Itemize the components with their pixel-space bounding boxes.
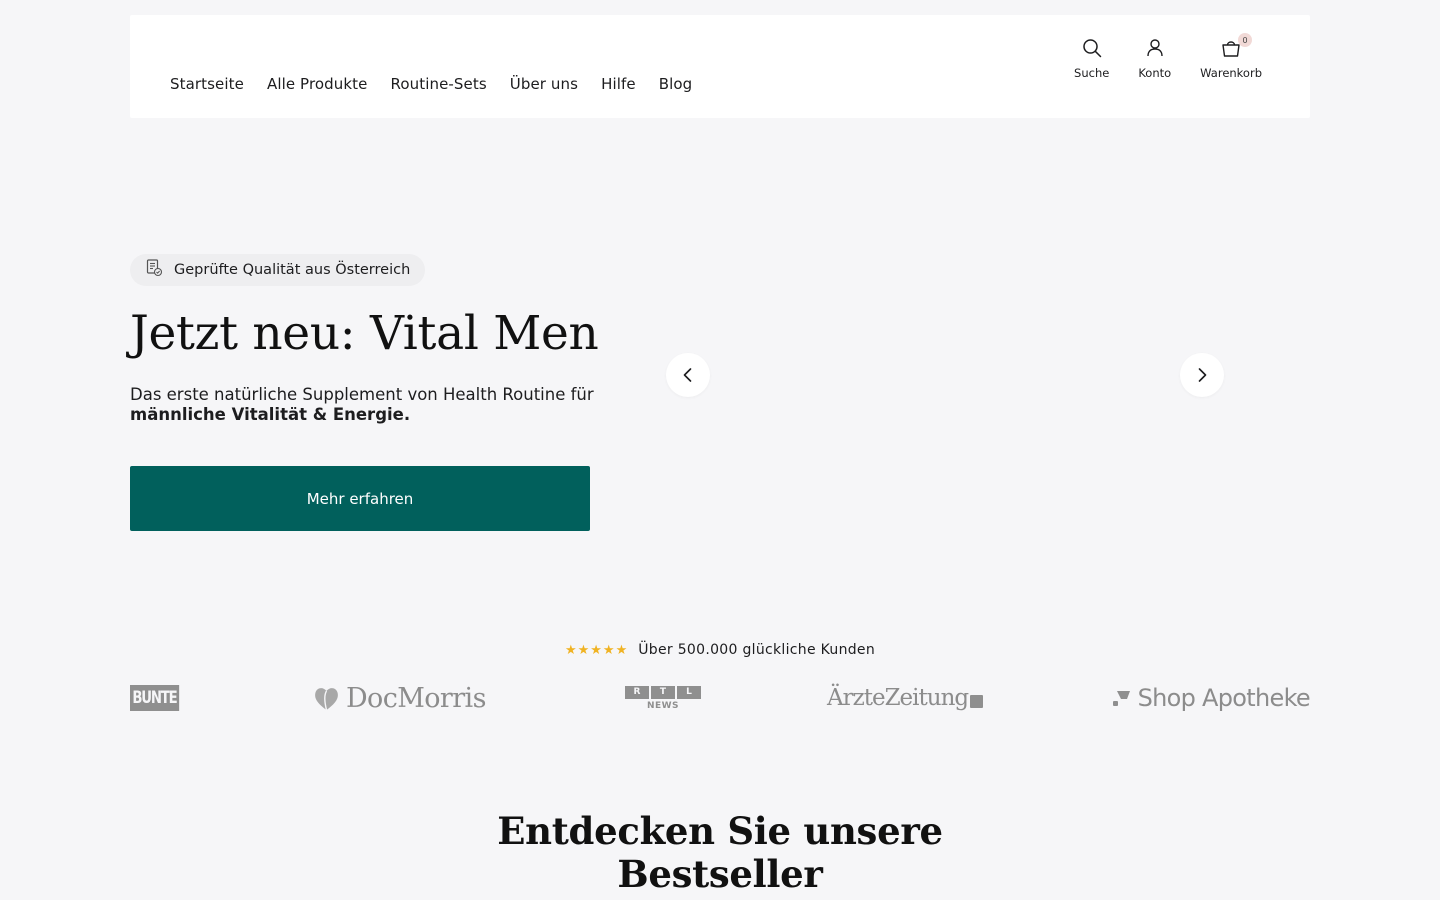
site-header: Startseite Alle Produkte Routine-Sets Üb… (130, 15, 1310, 118)
nav-item-routine-sets[interactable]: Routine-Sets (390, 74, 486, 94)
cart-label: Warenkorb (1200, 66, 1262, 80)
rtl-letter: R (625, 685, 649, 699)
rtl-letters: R T L (625, 685, 701, 699)
hero-subtitle: Das erste natürliche Supplement von Heal… (130, 385, 610, 424)
bestseller-title-line: Bestseller (617, 852, 823, 896)
bunte-logo: BUNTE (130, 682, 193, 714)
chevron-right-icon (1198, 368, 1207, 382)
nav-item-alle-produkte[interactable]: Alle Produkte (267, 74, 368, 94)
cart-count-badge: 0 (1238, 33, 1253, 47)
shop-apotheke-logo-text: Shop Apotheke (1137, 684, 1311, 712)
hero-subtitle-text: Das erste natürliche Supplement von Heal… (130, 385, 594, 404)
aerztezeitung-mark-icon (970, 694, 984, 708)
customer-rating: ★★★★★ Über 500.000 glückliche Kunden (0, 642, 1440, 658)
user-icon (1146, 37, 1164, 59)
rtl-letter: L (677, 685, 701, 699)
hero-subtitle-highlight: männliche Vitalität & Energie. (130, 404, 411, 424)
cart-button[interactable]: 0 Warenkorb (1200, 33, 1262, 80)
learn-more-button[interactable]: Mehr erfahren (130, 466, 590, 531)
account-label: Konto (1138, 66, 1172, 80)
nav-item-hilfe[interactable]: Hilfe (601, 74, 636, 94)
search-label: Suche (1074, 66, 1110, 80)
docmorris-heart-icon (315, 687, 338, 710)
cart-icon: 0 (1221, 33, 1253, 59)
header-tools: Suche Konto 0 Warenkorb (1074, 33, 1262, 80)
docmorris-logo: DocMorris (313, 682, 486, 714)
docmorris-logo-text: DocMorris (346, 682, 486, 714)
shop-apotheke-logo: Shop Apotheke (1112, 682, 1311, 714)
press-logos: BUNTE DocMorris R T L NEWS ÄrzteZeitung … (130, 682, 1311, 714)
shop-apotheke-mark-icon (1112, 691, 1130, 706)
nav-item-blog[interactable]: Blog (659, 74, 693, 94)
quality-badge-label: Geprüfte Qualität aus Österreich (174, 262, 411, 278)
aerztezeitung-logo: ÄrzteZeitung (827, 682, 984, 714)
main-nav: Startseite Alle Produkte Routine-Sets Üb… (170, 74, 692, 94)
bestseller-title-line: Entdecken Sie unsere (497, 809, 943, 853)
chevron-left-icon (683, 368, 692, 382)
search-icon (1082, 37, 1102, 59)
carousel-next-button[interactable] (1180, 353, 1224, 397)
bunte-logo-text: BUNTE (130, 685, 179, 711)
rating-stars: ★★★★★ (564, 642, 629, 658)
quality-badge: Geprüfte Qualität aus Österreich (130, 254, 426, 286)
nav-item-ueber-uns[interactable]: Über uns (510, 74, 578, 94)
rtl-news-text: NEWS (646, 700, 680, 711)
search-button[interactable]: Suche (1074, 37, 1109, 80)
rtl-letter: T (651, 685, 675, 699)
aerztezeitung-logo-text: ÄrzteZeitung (827, 685, 969, 711)
account-button[interactable]: Konto (1138, 37, 1171, 80)
bestseller-title: Entdecken Sie unsere Bestseller (0, 810, 1440, 896)
carousel-prev-button[interactable] (666, 353, 710, 397)
nav-item-startseite[interactable]: Startseite (170, 74, 244, 94)
certificate-icon (146, 259, 163, 281)
rtl-news-logo: R T L NEWS (625, 682, 701, 714)
hero-title: Jetzt neu: Vital Men (130, 306, 599, 361)
rating-text: Über 500.000 glückliche Kunden (638, 642, 876, 658)
